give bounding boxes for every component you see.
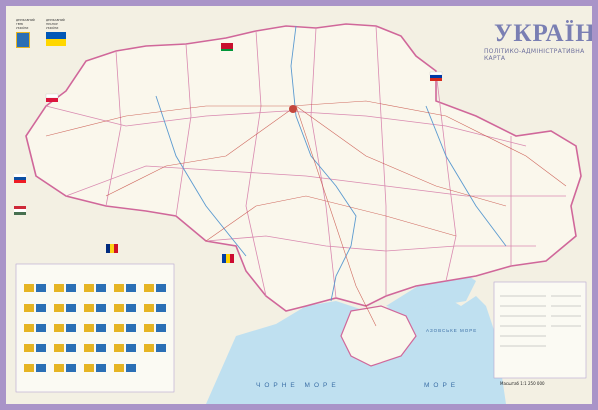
black-sea-label: ЧОРНЕ МОРЕ (256, 382, 340, 389)
trident-icon (16, 32, 30, 48)
azov-sea-label: АЗОВСЬКЕ МОРЕ (426, 328, 478, 333)
state-flag-caption: ДЕРЖАВНИЙ ПРАПОР УКРАЇНИ (46, 18, 65, 30)
ukraine-flag-icon (46, 32, 66, 46)
map-frame: ДЕРЖАВНИЙ ГЕРБ УКРАЇНИ ДЕРЖАВНИЙ ПРАПОР … (0, 0, 598, 410)
state-coat-caption: ДЕРЖАВНИЙ ГЕРБ УКРАЇНИ (16, 18, 35, 30)
state-symbols: ДЕРЖАВНИЙ ГЕРБ УКРАЇНИ ДЕРЖАВНИЙ ПРАПОР … (16, 18, 86, 48)
map-scale: Масштаб 1:1 250 000 (500, 381, 545, 386)
kyiv-marker[interactable] (289, 105, 297, 113)
map-canvas[interactable]: ДЕРЖАВНИЙ ГЕРБ УКРАЇНИ ДЕРЖАВНИЙ ПРАПОР … (6, 6, 592, 404)
map-title: УКРАЇНА (494, 20, 592, 47)
black-sea-label-2: МОРЕ (424, 382, 460, 389)
ukraine-map[interactable] (6, 6, 592, 404)
map-legend-panel (493, 281, 587, 379)
map-subtitle: ПОЛІТИКО-АДМІНІСТРАТИВНА КАРТА (484, 48, 585, 62)
